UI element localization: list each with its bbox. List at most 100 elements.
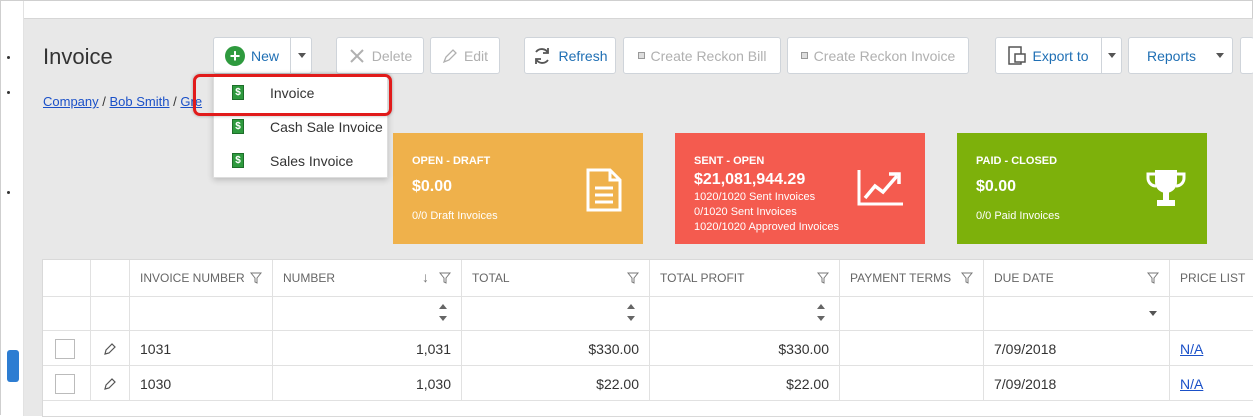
- filter-cell: [43, 296, 91, 330]
- payment-terms-cell: [840, 331, 984, 366]
- card-amount: $0.00: [976, 178, 1017, 195]
- reckon-icon: [637, 52, 645, 59]
- card-open-draft[interactable]: OPEN - DRAFT $0.00 0/0 Draft Invoices: [393, 133, 643, 244]
- pencil-icon[interactable]: [103, 377, 117, 391]
- total-stepper[interactable]: [627, 304, 637, 321]
- card-detail: 0/0 Paid Invoices: [976, 210, 1060, 222]
- total-cell: $330.00: [462, 331, 650, 366]
- annotation-highlight: [193, 74, 392, 116]
- number-filter-input[interactable]: [273, 296, 462, 330]
- filter-icon[interactable]: [961, 272, 973, 284]
- more-button[interactable]: [1240, 37, 1253, 74]
- card-detail: 1020/1020 Approved Invoices: [694, 221, 839, 233]
- header-label: PAYMENT TERMS: [850, 271, 952, 285]
- new-button-label: New: [250, 47, 279, 64]
- refresh-button-label: Refresh: [558, 47, 608, 64]
- menu-item-label: Cash Sale Invoice: [270, 119, 383, 135]
- price-list-filter-input[interactable]: [1170, 296, 1253, 330]
- new-button[interactable]: + New: [214, 38, 290, 73]
- number-cell: 1,030: [273, 366, 462, 401]
- new-dropdown-toggle[interactable]: [291, 38, 312, 73]
- row-edit-cell: [91, 331, 130, 366]
- table-row[interactable]: 1030 1,030 $22.00 $22.00 7/09/2018 N/A: [43, 365, 1253, 401]
- export-button[interactable]: Export to: [996, 38, 1101, 73]
- sort-down-icon[interactable]: ↓: [422, 269, 429, 285]
- create-reckon-bill-button[interactable]: Create Reckon Bill: [623, 37, 781, 74]
- card-amount: $21,081,944.29: [694, 171, 806, 188]
- rail-dot: [7, 56, 10, 59]
- close-icon: [350, 48, 364, 63]
- total-cell: $22.00: [462, 366, 650, 401]
- table-row[interactable]: 1031 1,031 $330.00 $330.00 7/09/2018 N/A: [43, 330, 1253, 366]
- invoice-number-filter-input[interactable]: [130, 296, 273, 330]
- export-dropdown-toggle[interactable]: [1102, 38, 1122, 73]
- delete-button-label: Delete: [371, 47, 413, 64]
- header-due-date[interactable]: DUE DATE: [984, 260, 1170, 296]
- filter-icon[interactable]: [439, 272, 451, 284]
- row-checkbox[interactable]: [55, 373, 75, 394]
- number-stepper[interactable]: [439, 304, 449, 321]
- card-label: OPEN - DRAFT: [412, 155, 491, 167]
- plus-circle-icon: +: [224, 45, 245, 66]
- header-label: NUMBER: [283, 271, 336, 285]
- header-payment-terms[interactable]: PAYMENT TERMS: [840, 260, 984, 296]
- row-select-cell: [43, 331, 91, 366]
- header-total[interactable]: TOTAL: [462, 260, 650, 296]
- card-detail: 0/0 Draft Invoices: [412, 210, 498, 222]
- breadcrumb: Company / Bob Smith / Gre: [43, 94, 202, 109]
- edit-button[interactable]: Edit: [430, 37, 500, 74]
- total-profit-stepper[interactable]: [817, 304, 827, 321]
- edit-column-header: [91, 260, 130, 296]
- table-row[interactable]: [43, 400, 1253, 418]
- card-label: PAID - CLOSED: [976, 155, 1058, 167]
- breadcrumb-separator: /: [173, 94, 177, 109]
- header-label: DUE DATE: [994, 271, 1054, 285]
- price-list-link[interactable]: N/A: [1180, 341, 1203, 357]
- card-amount: $0.00: [412, 178, 453, 195]
- row-select-cell: [43, 366, 91, 401]
- total-profit-filter-input[interactable]: [650, 296, 840, 330]
- rail-dot: [7, 191, 10, 194]
- select-column-header: [43, 260, 91, 296]
- payment-terms-filter-input[interactable]: [840, 296, 984, 330]
- reports-button[interactable]: Reports: [1128, 37, 1233, 74]
- card-paid-closed[interactable]: PAID - CLOSED $0.00 0/0 Paid Invoices: [957, 133, 1207, 244]
- header-number[interactable]: NUMBER ↓: [273, 260, 462, 296]
- header-invoice-number[interactable]: INVOICE NUMBER: [130, 260, 273, 296]
- filter-cell: [91, 296, 130, 330]
- create-reckon-invoice-label: Create Reckon Invoice: [813, 47, 956, 64]
- header-total-profit[interactable]: TOTAL PROFIT: [650, 260, 840, 296]
- due-date-filter-select[interactable]: [984, 296, 1170, 330]
- total-profit-cell: $330.00: [650, 331, 840, 366]
- pencil-icon[interactable]: [103, 342, 117, 356]
- header-price-list[interactable]: PRICE LIST: [1170, 260, 1253, 296]
- price-list-cell: N/A: [1170, 331, 1253, 366]
- pencil-icon: [442, 48, 457, 63]
- price-list-cell: N/A: [1170, 366, 1253, 401]
- reckon-icon: [800, 52, 808, 59]
- delete-button[interactable]: Delete: [336, 37, 424, 74]
- filter-icon[interactable]: [250, 272, 262, 284]
- filter-icon[interactable]: [817, 272, 829, 284]
- new-split-button: + New: [213, 37, 312, 74]
- chevron-down-icon: [1216, 53, 1224, 58]
- invoice-table: INVOICE NUMBER NUMBER ↓ TOTAL TOTAL PROF…: [42, 259, 1253, 417]
- create-reckon-invoice-button[interactable]: Create Reckon Invoice: [787, 37, 969, 74]
- filter-icon[interactable]: [627, 272, 639, 284]
- export-split-button: Export to: [995, 37, 1122, 74]
- menu-item-sales-invoice[interactable]: $ Sales Invoice: [214, 144, 389, 178]
- chevron-down-icon: [1108, 53, 1116, 58]
- filter-icon[interactable]: [1147, 272, 1159, 284]
- breadcrumb-bob-smith[interactable]: Bob Smith: [110, 94, 170, 109]
- rail-active-indicator[interactable]: [7, 350, 19, 382]
- invoice-doc-icon: $: [232, 153, 244, 168]
- breadcrumb-company[interactable]: Company: [43, 94, 99, 109]
- total-filter-input[interactable]: [462, 296, 650, 330]
- number-cell: 1,031: [273, 331, 462, 366]
- price-list-link[interactable]: N/A: [1180, 376, 1203, 392]
- row-checkbox[interactable]: [55, 338, 75, 359]
- card-sent-open[interactable]: SENT - OPEN $21,081,944.29 1020/1020 Sen…: [675, 133, 925, 244]
- payment-terms-cell: [840, 366, 984, 401]
- invoice-number-cell: 1031: [130, 331, 273, 366]
- refresh-button[interactable]: Refresh: [524, 37, 616, 74]
